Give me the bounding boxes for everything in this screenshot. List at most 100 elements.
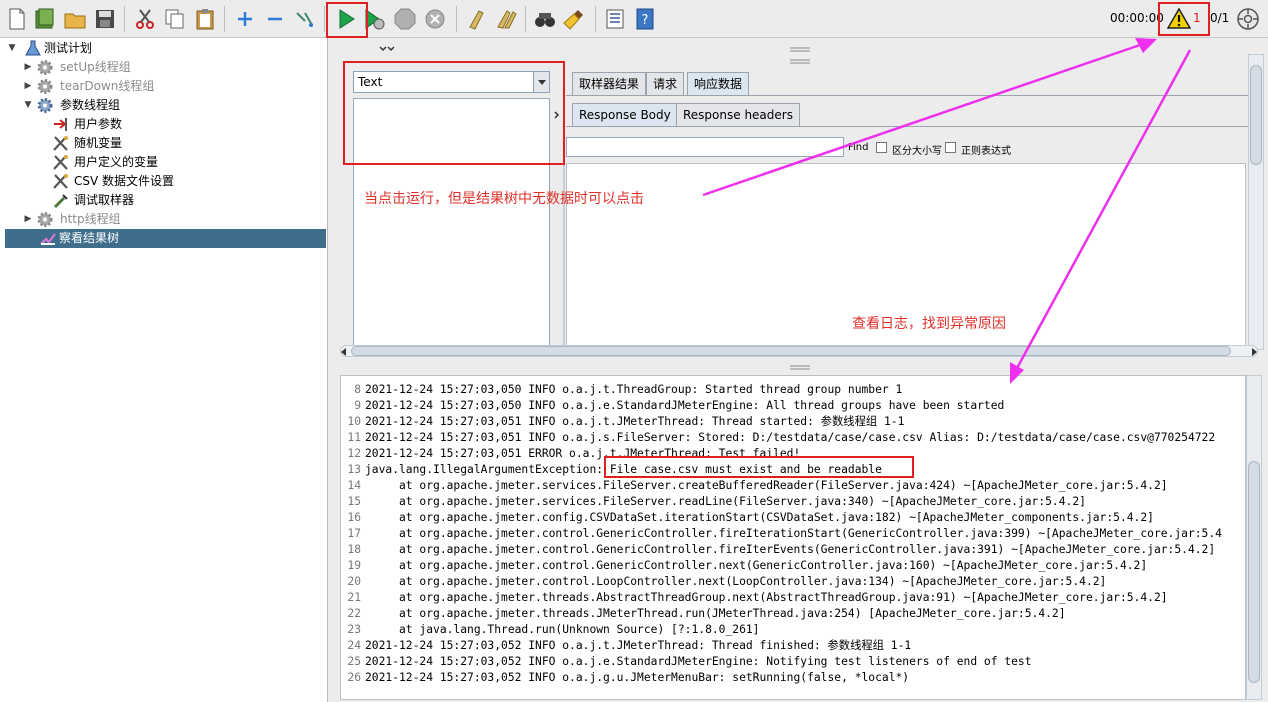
- tree-node-result-tree[interactable]: 察看结果树: [5, 229, 326, 248]
- log-line-number: 11: [347, 431, 361, 444]
- scroll-thumb[interactable]: [1248, 461, 1260, 683]
- stop-icon[interactable]: [393, 7, 417, 31]
- log-line-number: 20: [347, 575, 361, 588]
- new-icon[interactable]: [5, 7, 29, 31]
- log-line-text: 2021-12-24 15:27:03,051 INFO o.a.j.t.JMe…: [365, 415, 905, 428]
- log-line-text: 2021-12-24 15:27:03,052 INFO o.a.j.e.Sta…: [365, 655, 1032, 668]
- split-handle[interactable]: [552, 98, 562, 350]
- log-line-text: at org.apache.jmeter.control.GenericCont…: [365, 559, 1148, 572]
- log-line-text: 2021-12-24 15:27:03,050 INFO o.a.j.t.Thr…: [365, 383, 903, 396]
- annotation-click-note: 当点击运行，但是结果树中无数据时可以点击: [364, 191, 644, 207]
- tools-icon: [52, 154, 70, 171]
- separator: [456, 6, 457, 32]
- function-helper-icon[interactable]: [603, 7, 627, 31]
- open-icon[interactable]: [63, 7, 87, 31]
- log-line: 9 2021-12-24 15:27:03,050 INFO o.a.j.e.St…: [341, 398, 1004, 414]
- renderer-select[interactable]: Text: [353, 71, 550, 93]
- warning-count[interactable]: 1: [1193, 11, 1201, 25]
- scroll-thumb[interactable]: [1250, 65, 1262, 165]
- case-sensitive-label: 区分大小写: [892, 146, 942, 157]
- expand-arrow-icon[interactable]: ▼: [22, 96, 34, 115]
- tree-node-label: 随机变量: [74, 136, 123, 150]
- annotation-log-note: 查看日志，找到异常原因: [852, 316, 1006, 332]
- dropdown-arrow-icon[interactable]: [533, 72, 549, 92]
- clear-all-icon[interactable]: [495, 7, 519, 31]
- tree-node-param-group[interactable]: ▼ 参数线程组: [22, 96, 322, 115]
- collapsed-arrow-icon[interactable]: ▶: [22, 58, 34, 77]
- cut-icon[interactable]: [133, 7, 157, 31]
- start-icon[interactable]: [334, 7, 358, 31]
- log-line: 21 at org.apache.jmeter.threads.Abstract…: [341, 590, 1167, 606]
- tab-sampler-result[interactable]: 取样器结果: [572, 72, 647, 96]
- expand-icon[interactable]: [233, 7, 257, 31]
- collapsed-arrow-icon[interactable]: ▶: [22, 210, 34, 229]
- toggle-icon[interactable]: [293, 7, 317, 31]
- log-line-text: at org.apache.jmeter.control.GenericCont…: [365, 527, 1222, 540]
- active-threads: 0/1: [1210, 11, 1230, 25]
- log-line-number: 15: [347, 495, 361, 508]
- log-line: 8 2021-12-24 15:27:03,050 INFO o.a.j.t.Th…: [341, 382, 902, 398]
- collapsed-arrow-icon[interactable]: ▶: [22, 77, 34, 96]
- clear-icon[interactable]: [465, 7, 489, 31]
- start-no-pauses-icon[interactable]: [362, 7, 386, 31]
- case-sensitive-checkbox[interactable]: [876, 142, 887, 153]
- tree-node-setup-group[interactable]: ▶ setUp线程组: [22, 58, 322, 77]
- log-line-number: 25: [347, 655, 361, 668]
- tree-node-test-plan[interactable]: ▼ 测试计划: [6, 39, 326, 58]
- tree-node-label: tearDown线程组: [60, 79, 155, 93]
- tree-node-label: http线程组: [60, 212, 121, 226]
- log-line-number: 23: [347, 623, 361, 636]
- log-line-number: 16: [347, 511, 361, 524]
- tab-response-body[interactable]: Response Body: [572, 103, 678, 127]
- split-divider[interactable]: [330, 38, 1268, 64]
- log-line-text: 2021-12-24 15:27:03,051 INFO o.a.j.s.Fil…: [365, 431, 1216, 444]
- tab-response-data[interactable]: 响应数据: [687, 72, 750, 96]
- log-line-number: 9: [354, 399, 361, 412]
- log-line-text: at org.apache.jmeter.threads.JMeterThrea…: [365, 607, 1066, 620]
- tree-node-http-group[interactable]: ▶ http线程组: [22, 210, 322, 229]
- reset-search-icon[interactable]: [563, 7, 587, 31]
- log-line-text: 2021-12-24 15:27:03,052 INFO o.a.j.t.JMe…: [365, 639, 912, 652]
- log-line-number: 19: [347, 559, 361, 572]
- tree-node-user-params[interactable]: 用户参数: [52, 115, 322, 134]
- log-line: 26 2021-12-24 15:27:03,052 INFO o.a.j.g.u…: [341, 670, 909, 686]
- elapsed-timer: 00:00:00: [1110, 11, 1164, 25]
- gear-icon: [36, 97, 54, 114]
- tab-request[interactable]: 请求: [646, 72, 685, 96]
- tree-node-teardown-group[interactable]: ▶ tearDown线程组: [22, 77, 322, 96]
- separator: [224, 6, 225, 32]
- paste-icon[interactable]: [193, 7, 217, 31]
- expand-arrow-icon[interactable]: ▼: [6, 39, 18, 58]
- log-line-text: at org.apache.jmeter.services.FileServer…: [365, 479, 1168, 492]
- log-line: 22 at org.apache.jmeter.threads.JMeterTh…: [341, 606, 1066, 622]
- copy-icon[interactable]: [163, 7, 187, 31]
- log-line: 17 at org.apache.jmeter.control.GenericC…: [341, 526, 1222, 542]
- tree-node-random-var[interactable]: 随机变量: [52, 134, 322, 153]
- log-viewer[interactable]: 8 2021-12-24 15:27:03,050 INFO o.a.j.t.Th…: [340, 375, 1246, 700]
- tree-node-debug-sampler[interactable]: 调试取样器: [52, 191, 322, 210]
- preprocessor-icon: [52, 116, 70, 133]
- templates-icon[interactable]: [33, 7, 57, 31]
- log-line-number: 8: [354, 383, 361, 396]
- regex-checkbox[interactable]: [945, 142, 956, 153]
- tab-divider: [566, 126, 1248, 127]
- tree-node-label: 用户定义的变量: [74, 155, 159, 169]
- search-icon[interactable]: [533, 7, 557, 31]
- help-icon[interactable]: ?: [633, 7, 657, 31]
- find-input[interactable]: [566, 137, 844, 157]
- tree-node-csv-config[interactable]: CSV 数据文件设置: [52, 172, 322, 191]
- collapse-icon[interactable]: [263, 7, 287, 31]
- tools-icon: [52, 135, 70, 152]
- test-plan-icon: [24, 40, 42, 57]
- sample-result-list[interactable]: [353, 98, 550, 350]
- jmeter-window: ? 00:00:00 1 0/1 ▼ 测试计划 ▶ setUp线程组 ▶ tea…: [0, 0, 1268, 702]
- shutdown-icon[interactable]: [423, 7, 447, 31]
- warning-icon[interactable]: [1166, 7, 1192, 31]
- vertical-scrollbar[interactable]: [1248, 54, 1264, 350]
- tree-node-user-defined-vars[interactable]: 用户定义的变量: [52, 153, 322, 172]
- tab-response-headers[interactable]: Response headers: [676, 103, 800, 127]
- log-line: 16 at org.apache.jmeter.config.CSVDataSe…: [341, 510, 1154, 526]
- log-vertical-scrollbar[interactable]: [1246, 375, 1262, 700]
- log-divider-grip[interactable]: [790, 364, 810, 370]
- save-icon[interactable]: [93, 7, 117, 31]
